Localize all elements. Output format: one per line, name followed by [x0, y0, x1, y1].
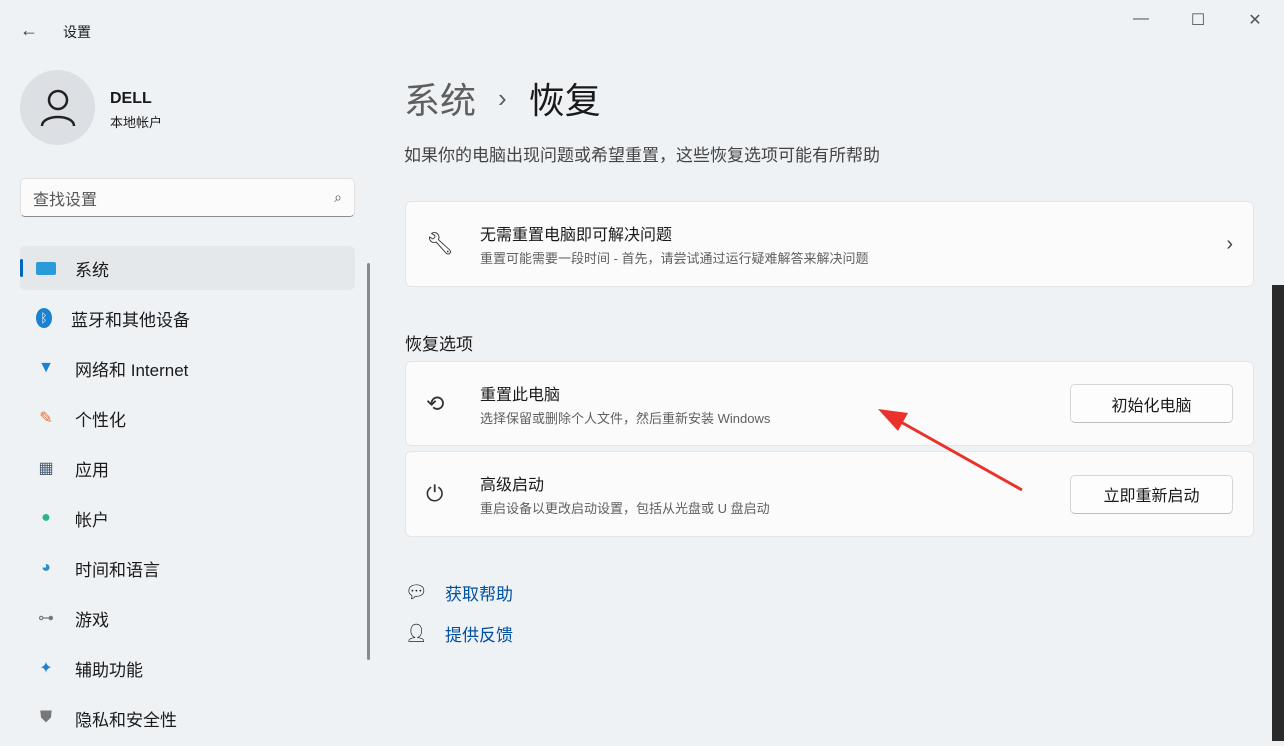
sidebar-item-label: 帐户	[75, 510, 109, 530]
sidebar-item-label: 时间和语言	[75, 560, 160, 580]
sidebar-item-accessibility[interactable]: ✦ 辅助功能	[20, 646, 355, 690]
bluetooth-icon: ᛒ	[36, 308, 52, 328]
wifi-icon: ▼	[38, 359, 54, 376]
reset-pc-card: ⟲ 重置此电脑 选择保留或删除个人文件，然后重新安装 Windows 初始化电脑	[405, 361, 1254, 446]
shield-icon: ⛊	[39, 709, 52, 726]
feedback-label: 提供反馈	[445, 626, 513, 645]
feedback-icon: 👤︎	[405, 623, 428, 643]
sidebar-item-time-language[interactable]: ◕ 时间和语言	[20, 546, 355, 590]
restart-now-button[interactable]: 立即重新启动	[1070, 474, 1233, 514]
wrench-icon: 🔧︎	[426, 231, 454, 256]
sidebar-item-label: 隐私和安全性	[75, 710, 177, 730]
sidebar-item-personalization[interactable]: ✎ 个性化	[20, 396, 355, 440]
power-gear-icon: ⏻	[426, 481, 444, 506]
get-help-link[interactable]: 💬︎ 获取帮助	[405, 580, 513, 605]
account-icon: ●	[41, 509, 51, 526]
sidebar-item-label: 应用	[75, 460, 109, 480]
breadcrumb-separator: ›	[498, 82, 507, 113]
window-title: 设置	[63, 24, 91, 40]
user-name: DELL	[110, 90, 152, 107]
card-title: 无需重置电脑即可解决问题	[480, 227, 673, 244]
search-icon: ⌕	[334, 189, 342, 205]
reset-pc-button[interactable]: 初始化电脑	[1070, 384, 1233, 423]
sidebar-item-label: 网络和 Internet	[75, 360, 189, 380]
search-input[interactable]: 查找设置 ⌕	[20, 178, 355, 217]
sidebar-item-privacy[interactable]: ⛊ 隐私和安全性	[20, 696, 355, 740]
sidebar-item-label: 系统	[75, 260, 109, 280]
sidebar-nav: 系统 ᛒ 蓝牙和其他设备 ▼ 网络和 Internet ✎ 个性化 ▦ 应用 ● 帐户 ◕…	[20, 246, 355, 746]
sidebar-item-label: 个性化	[75, 410, 126, 430]
sidebar-scrollbar[interactable]	[367, 263, 370, 660]
breadcrumb-parent[interactable]: 系统	[404, 72, 476, 124]
avatar[interactable]	[20, 70, 95, 145]
sidebar-item-system[interactable]: 系统	[20, 246, 355, 290]
chevron-right-icon: ›	[1226, 232, 1233, 255]
breadcrumb: 系统 › 恢复	[404, 72, 601, 124]
annotation-arrow	[878, 409, 1023, 492]
brush-icon: ✎	[39, 410, 53, 427]
maximize-button[interactable]: ☐	[1183, 10, 1213, 30]
apps-icon: ▦	[38, 460, 54, 477]
sidebar-item-label: 辅助功能	[75, 660, 143, 680]
card-subtitle: 重置可能需要一段时间 - 首先，请尝试通过运行疑难解答来解决问题	[480, 251, 869, 266]
accessibility-icon: ✦	[39, 660, 53, 677]
gamepad-icon: ⊶	[38, 610, 54, 627]
section-title: 恢复选项	[405, 335, 473, 354]
troubleshoot-card[interactable]: 🔧︎ 无需重置电脑即可解决问题重置可能需要一段时间 - 首先，请尝试通过运行疑难…	[405, 201, 1254, 287]
reset-pc-icon: ⟲	[426, 390, 445, 416]
sidebar-item-label: 蓝牙和其他设备	[71, 310, 190, 330]
page-title: 恢复	[528, 80, 601, 121]
search-placeholder: 查找设置	[33, 191, 98, 209]
minimize-button[interactable]: —	[1126, 10, 1156, 28]
feedback-link[interactable]: 👤︎ 提供反馈	[405, 621, 513, 646]
account-type: 本地帐户	[110, 115, 163, 130]
sidebar-item-label: 游戏	[75, 610, 109, 630]
sidebar-item-network[interactable]: ▼ 网络和 Internet	[20, 346, 355, 390]
sidebar-item-accounts[interactable]: ● 帐户	[20, 496, 355, 540]
page-description: 如果你的电脑出现问题或希望重置，这些恢复选项可能有所帮助	[404, 146, 880, 165]
sidebar-item-gaming[interactable]: ⊶ 游戏	[20, 596, 355, 640]
advanced-startup-card: ⏻ 高级启动 重启设备以更改启动设置，包括从光盘或 U 盘启动 立即重新启动	[405, 451, 1254, 537]
close-button[interactable]: ✕	[1240, 10, 1270, 30]
background-window-edge	[1272, 285, 1284, 741]
back-button[interactable]: ←	[20, 20, 38, 41]
sidebar-item-apps[interactable]: ▦ 应用	[20, 446, 355, 490]
user-icon	[40, 89, 75, 126]
help-icon: 💬︎	[405, 582, 428, 602]
system-icon	[36, 258, 56, 278]
globe-clock-icon: ◕	[41, 559, 51, 576]
get-help-label: 获取帮助	[445, 585, 513, 604]
sidebar-item-bluetooth[interactable]: ᛒ 蓝牙和其他设备	[20, 296, 355, 340]
